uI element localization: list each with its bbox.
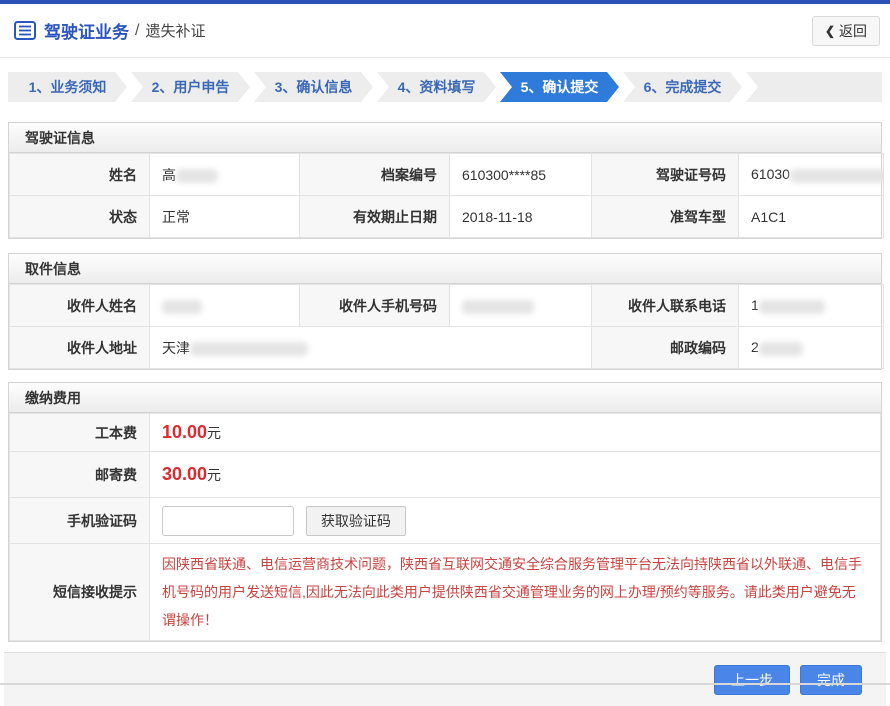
recipient-phone-value: 1 [739,285,884,327]
section-title-payment: 缴纳费用 [9,383,881,413]
vehicle-type-value: A1C1 [739,196,884,238]
name-label: 姓名 [10,154,150,196]
table-row: 姓名 高 档案编号 610300****85 驾驶证号码 61030 [10,154,884,196]
breadcrumb-separator: / [135,22,139,40]
payment-table: 工本费 10.00元 邮寄费 30.00元 手机验证码 获取验证码 短信接收提示… [9,413,881,641]
table-row: 手机验证码 获取验证码 [10,498,881,544]
recipient-address-text: 天津 [162,340,190,356]
step-tab-1[interactable]: 1、业务须知 [8,72,127,102]
table-row: 工本费 10.00元 [10,414,881,452]
section-pickup-info: 取件信息 收件人姓名 收件人手机号码 收件人联系电话 1 收件人地址 天津 邮政… [8,253,882,370]
table-row: 状态 正常 有效期止日期 2018-11-18 准驾车型 A1C1 [10,196,884,238]
table-row: 收件人地址 天津 邮政编码 2 [10,327,884,369]
license-no-value: 61030 [739,154,884,196]
fee-unit: 元 [207,425,221,441]
production-fee-value: 10.00元 [150,414,881,452]
sms-notice-label: 短信接收提示 [10,544,150,641]
step-label: 2、用户申告 [152,77,230,97]
license-info-table: 姓名 高 档案编号 610300****85 驾驶证号码 61030 状态 正常… [9,153,884,238]
sms-code-cell: 获取验证码 [150,498,881,544]
status-label: 状态 [10,196,150,238]
recipient-phone-label: 收件人联系电话 [592,285,739,327]
list-icon [14,21,36,40]
step-label: 6、完成提交 [644,77,722,97]
recipient-address-value: 天津 [150,327,592,369]
redacted-value [176,169,218,183]
file-no-value: 610300****85 [450,154,592,196]
name-value: 高 [150,154,300,196]
sms-code-input[interactable] [162,506,294,536]
finish-button[interactable]: 完成 [800,665,862,695]
steps-filler [746,72,882,102]
vehicle-type-label: 准驾车型 [592,196,739,238]
recipient-mobile-value [450,285,592,327]
redacted-value [790,169,884,183]
file-no-label: 档案编号 [300,154,450,196]
table-row: 收件人姓名 收件人手机号码 收件人联系电话 1 [10,285,884,327]
step-label: 1、业务须知 [29,77,107,97]
step-tab-2[interactable]: 2、用户申告 [131,72,250,102]
license-no-text: 61030 [751,166,790,182]
section-title-license: 驾驶证信息 [9,123,881,153]
license-no-label: 驾驶证号码 [592,154,739,196]
mailing-fee-label: 邮寄费 [10,452,150,498]
fee-unit: 元 [207,467,221,483]
step-tab-4[interactable]: 4、资料填写 [377,72,496,102]
step-label: 4、资料填写 [398,77,476,97]
step-tab-6[interactable]: 6、完成提交 [623,72,742,102]
pickup-info-table: 收件人姓名 收件人手机号码 收件人联系电话 1 收件人地址 天津 邮政编码 2 [9,284,884,369]
page-title: 驾驶证业务 [44,18,129,43]
sms-notice-text: 因陕西省联通、电信运营商技术问题，陕西省互联网交通安全综合服务管理平台无法向持陕… [162,544,868,640]
redacted-value [759,342,803,356]
name-text: 高 [162,167,176,183]
step-tab-5[interactable]: 5、确认提交 [500,72,619,102]
footer-action-bar: 上一步 完成 [4,652,886,706]
postal-code-text: 2 [751,339,759,355]
postal-code-value: 2 [739,327,884,369]
redacted-value [462,300,534,314]
redacted-value [759,300,825,314]
page-header: 驾驶证业务 / 遗失补证 ❮ 返回 [0,4,890,58]
valid-until-value: 2018-11-18 [450,196,592,238]
back-button-label: 返回 [839,21,867,41]
section-title-pickup: 取件信息 [9,254,881,284]
table-row: 短信接收提示 因陕西省联通、电信运营商技术问题，陕西省互联网交通安全综合服务管理… [10,544,881,641]
chevron-left-icon: ❮ [825,24,835,38]
redacted-value [190,342,308,356]
production-fee-label: 工本费 [10,414,150,452]
step-label: 3、确认信息 [275,77,353,97]
redacted-value [162,300,202,314]
sms-code-label: 手机验证码 [10,498,150,544]
step-label: 5、确认提交 [521,77,599,97]
fee-amount: 10.00 [162,422,207,442]
get-code-button[interactable]: 获取验证码 [306,506,406,536]
postal-code-label: 邮政编码 [592,327,739,369]
recipient-phone-text: 1 [751,297,759,313]
page-subtitle: 遗失补证 [145,20,205,41]
recipient-name-label: 收件人姓名 [10,285,150,327]
section-payment: 缴纳费用 工本费 10.00元 邮寄费 30.00元 手机验证码 获取验证码 短… [8,382,882,642]
previous-step-button[interactable]: 上一步 [714,665,790,695]
status-value: 正常 [150,196,300,238]
recipient-address-label: 收件人地址 [10,327,150,369]
step-tab-3[interactable]: 3、确认信息 [254,72,373,102]
steps-bar: 1、业务须知 2、用户申告 3、确认信息 4、资料填写 5、确认提交 6、完成提… [8,72,882,102]
back-button[interactable]: ❮ 返回 [812,16,880,46]
table-row: 邮寄费 30.00元 [10,452,881,498]
fee-amount: 30.00 [162,464,207,484]
sms-notice-cell: 因陕西省联通、电信运营商技术问题，陕西省互联网交通安全综合服务管理平台无法向持陕… [150,544,881,641]
recipient-mobile-label: 收件人手机号码 [300,285,450,327]
valid-until-label: 有效期止日期 [300,196,450,238]
section-license-info: 驾驶证信息 姓名 高 档案编号 610300****85 驾驶证号码 61030… [8,122,882,239]
recipient-name-value [150,285,300,327]
mailing-fee-value: 30.00元 [150,452,881,498]
